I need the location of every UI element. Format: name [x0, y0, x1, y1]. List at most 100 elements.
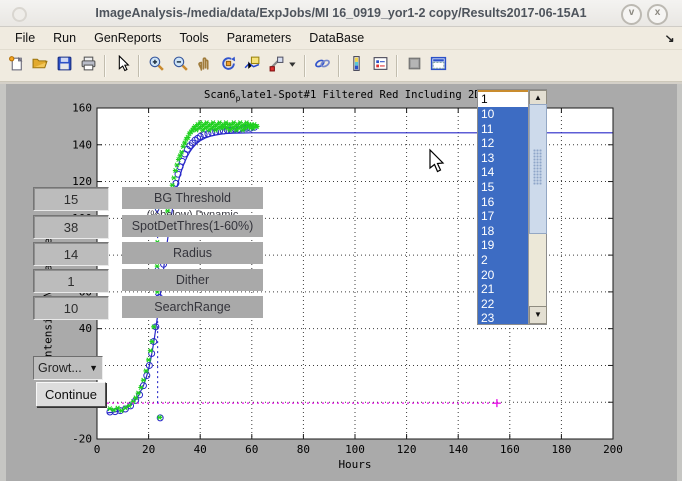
listbox-scrollbar[interactable]: ▲ ▼ — [528, 90, 546, 324]
pointer-icon — [114, 55, 131, 77]
rotate-3d-icon — [220, 55, 237, 77]
dither-field[interactable] — [33, 269, 109, 293]
insert-colorbar-button[interactable] — [344, 53, 368, 79]
hide-plot-tools-icon — [406, 55, 423, 77]
x-axis-label: Hours — [338, 458, 371, 471]
list-item[interactable]: 22 — [478, 297, 528, 312]
list-item[interactable]: 12 — [478, 136, 528, 151]
svg-text:200: 200 — [603, 443, 623, 456]
toolbar-separator — [338, 55, 340, 77]
brush-caret-button[interactable] — [288, 53, 300, 79]
list-item[interactable]: 13 — [478, 151, 528, 166]
list-item[interactable]: 11 — [478, 122, 528, 137]
svg-text:140: 140 — [448, 443, 468, 456]
save-button[interactable] — [52, 53, 76, 79]
svg-text:80: 80 — [297, 443, 310, 456]
continue-button[interactable]: Continue — [36, 382, 106, 407]
zoom-out-button[interactable] — [168, 53, 192, 79]
menu-item-file[interactable]: File — [6, 29, 44, 47]
toolbar — [0, 50, 682, 82]
list-item[interactable]: 14 — [478, 165, 528, 180]
list-item[interactable]: 15 — [478, 180, 528, 195]
bg-threshold-label: BG Threshold — [122, 187, 263, 209]
svg-text:40: 40 — [194, 443, 207, 456]
toolbar-separator — [138, 55, 140, 77]
scroll-down-button[interactable]: ▼ — [529, 306, 547, 324]
list-item[interactable]: 17 — [478, 209, 528, 224]
toolbar-separator — [104, 55, 106, 77]
svg-text:120: 120 — [397, 443, 417, 456]
spot-det-thres-label: SpotDetThres(1-60%) — [122, 215, 263, 237]
menu-item-parameters[interactable]: Parameters — [218, 29, 301, 47]
dither-label: Dither — [122, 269, 263, 291]
hide-plot-tools-button[interactable] — [402, 53, 426, 79]
zoom-out-icon — [172, 55, 189, 77]
show-plot-tools-button[interactable] — [426, 53, 450, 79]
list-item-current[interactable]: 1 — [478, 90, 528, 107]
show-plot-tools-icon — [430, 55, 447, 77]
list-item[interactable]: 23 — [478, 311, 528, 324]
new-file-button[interactable] — [4, 53, 28, 79]
link-plots-button[interactable] — [310, 53, 334, 79]
svg-text:60: 60 — [245, 443, 258, 456]
open-file-button[interactable] — [28, 53, 52, 79]
pointer-button[interactable] — [110, 53, 134, 79]
svg-text:-20: -20 — [72, 433, 92, 446]
title-bar: ImageAnalysis-/media/data/ExpJobs/MI 16_… — [0, 0, 682, 27]
svg-text:100: 100 — [345, 443, 365, 456]
list-item[interactable]: 2 — [478, 253, 528, 268]
toolbar-separator — [396, 55, 398, 77]
list-item[interactable]: 16 — [478, 195, 528, 210]
close-window-button[interactable]: x — [647, 4, 668, 25]
app-window: ImageAnalysis-/media/data/ExpJobs/MI 16_… — [0, 0, 682, 481]
continue-button-label: Continue — [45, 387, 97, 402]
window-title: ImageAnalysis-/media/data/ExpJobs/MI 16_… — [0, 6, 682, 20]
svg-text:140: 140 — [72, 138, 92, 151]
scrollbar-grip — [533, 149, 542, 185]
x-tick-labels: 020406080100120140160180200 — [94, 443, 623, 456]
svg-text:40: 40 — [79, 322, 92, 335]
insert-legend-button[interactable] — [368, 53, 392, 79]
radius-field[interactable] — [33, 242, 109, 266]
window-menu-icon[interactable] — [12, 7, 27, 22]
shade-window-button[interactable]: v — [621, 4, 642, 25]
save-icon — [56, 55, 73, 77]
insert-colorbar-icon — [348, 55, 365, 77]
menu-item-run[interactable]: Run — [44, 29, 85, 47]
svg-text:160: 160 — [500, 443, 520, 456]
svg-text:160: 160 — [72, 102, 92, 115]
spot-det-thres-field[interactable] — [33, 215, 109, 239]
radius-label: Radius — [122, 242, 263, 264]
menu-item-tools[interactable]: Tools — [171, 29, 218, 47]
growth-mode-dropdown-label: Growt... — [38, 361, 82, 375]
search-range-label: SearchRange — [122, 296, 263, 318]
brush-caret-icon — [286, 55, 303, 77]
insert-legend-icon — [372, 55, 389, 77]
zoom-in-icon — [148, 55, 165, 77]
data-cursor-button[interactable] — [240, 53, 264, 79]
search-range-field[interactable] — [33, 296, 109, 320]
spot-number-listbox[interactable]: 110111213141516171819220212223 ▲ ▼ — [477, 89, 547, 325]
pan-button[interactable] — [192, 53, 216, 79]
svg-text:180: 180 — [551, 443, 571, 456]
bg-threshold-field[interactable] — [33, 187, 109, 211]
dropdown-caret-icon: ▼ — [89, 363, 98, 373]
menu-item-database[interactable]: DataBase — [300, 29, 373, 47]
list-item[interactable]: 18 — [478, 224, 528, 239]
menu-bar: FileRunGenReportsToolsParametersDataBase… — [0, 27, 682, 50]
figure-area: Intensity Normalized 0204060801001201401… — [0, 82, 682, 481]
zoom-in-button[interactable] — [144, 53, 168, 79]
growth-mode-dropdown[interactable]: Growt... ▼ — [33, 356, 103, 380]
scrollbar-thumb[interactable] — [529, 104, 547, 234]
list-item[interactable]: 19 — [478, 238, 528, 253]
menu-dock-arrow-icon[interactable]: ↘ — [664, 32, 674, 45]
print-button[interactable] — [76, 53, 100, 79]
print-icon — [80, 55, 97, 77]
brush-button[interactable] — [264, 53, 288, 79]
list-item[interactable]: 21 — [478, 282, 528, 297]
menu-item-genreports[interactable]: GenReports — [85, 29, 170, 47]
rotate-3d-button[interactable] — [216, 53, 240, 79]
list-item[interactable]: 10 — [478, 107, 528, 122]
list-item[interactable]: 20 — [478, 268, 528, 283]
data-cursor-icon — [244, 55, 261, 77]
